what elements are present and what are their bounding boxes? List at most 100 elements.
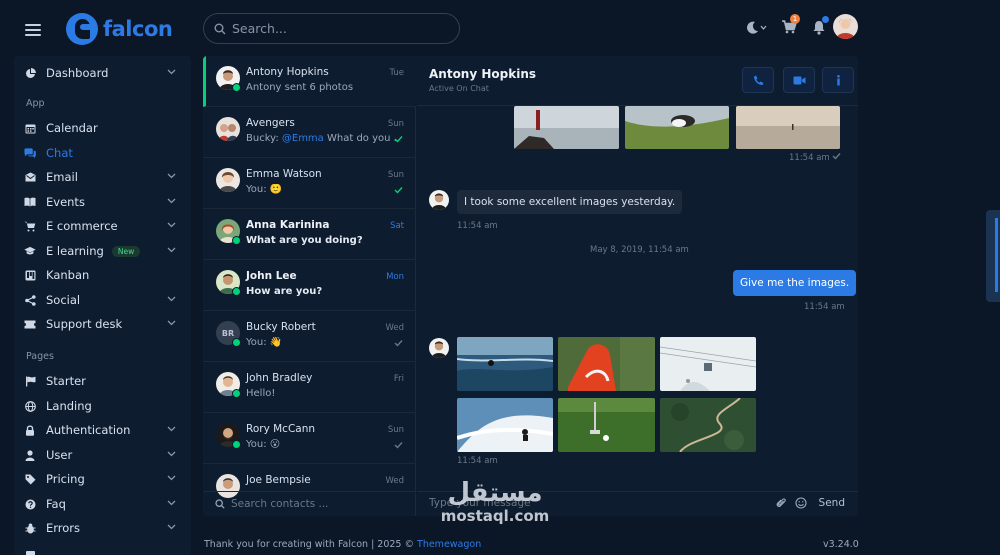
chat-bubbles-icon [24,147,36,159]
sidebar-item-email[interactable]: Email [14,166,191,188]
search-icon [215,499,225,509]
contact-item-john-lee[interactable]: John Lee How are you? Mon [203,260,416,311]
falcon-logo-icon [66,13,98,45]
contact-item-avengers[interactable]: Avengers Bucky: @Emma What do you ... Su… [203,107,416,158]
themewagon-link[interactable]: Themewagon [417,539,481,550]
user-avatar[interactable] [833,14,858,39]
contact-name: Anna Karinina [246,219,330,231]
logo[interactable]: falcon [66,13,173,45]
chat-image-sunset[interactable] [736,106,840,149]
footer-credit: Thank you for creating with Falcon | 202… [204,539,482,550]
contact-item-john-bradley[interactable]: John Bradley Hello! Fri [203,362,416,413]
sidebar-item-label: Starter [46,374,86,388]
chevron-down-icon [167,67,177,77]
call-button[interactable] [742,67,774,93]
sidebar-item-more[interactable] [14,542,191,555]
contact-date: Sun [387,119,404,129]
new-badge: New [111,245,141,257]
contact-item-bucky-robert[interactable]: BR Bucky Robert You: 👋 Wed [203,311,416,362]
chevron-down-icon [167,449,177,459]
sidebar-section-pages: Pages [26,351,54,362]
chat-image-snowboard[interactable] [457,398,553,452]
attachment-icon[interactable] [776,497,786,512]
search-box[interactable] [203,13,460,44]
notification-bell-icon[interactable] [808,14,830,40]
contact-date: Sun [387,170,404,180]
sidebar-item-events[interactable]: Events [14,191,191,213]
cart-count-badge: 1 [790,14,800,24]
search-icon [214,23,226,34]
chat-image-cliff[interactable] [514,106,619,149]
globe-icon [24,400,36,412]
sidebar-item-starter[interactable]: Starter [14,370,191,392]
cart-icon[interactable]: 1 [778,14,800,40]
chevron-down-icon [167,245,177,255]
sidebar-item-support-desk[interactable]: Support desk [14,313,191,335]
contact-name: John Bradley [246,372,313,384]
avatar [429,190,449,210]
sidebar-item-label: Calendar [46,121,98,135]
contact-item-antony-hopkins[interactable]: Antony Hopkins Antony sent 6 photos Tue [203,56,416,107]
incoming-message: I took some excellent images yesterday. [457,190,683,214]
contact-item-emma-watson[interactable]: Emma Watson You: 🙂 Sun [203,158,416,209]
sent-check-icon [394,441,403,452]
thread-header: Antony Hopkins Active On Chat [417,56,858,106]
chevron-down-icon [167,294,177,304]
sidebar-item-faq[interactable]: Faq [14,493,191,515]
message-time: 11:54 am [457,221,498,231]
contact-last-message: You: 🙂 [246,184,283,195]
search-input[interactable] [232,21,432,36]
sidebar-item-kanban[interactable]: Kanban [14,264,191,286]
avatar [429,338,449,358]
sidebar-item-label: Support desk [46,317,123,331]
sidebar-item-label: Social [46,293,81,307]
sidebar-item-label: Landing [46,399,92,413]
sidebar-item-user[interactable]: User [14,444,191,466]
watermark-english: mostaql.com [440,507,550,525]
top-navbar: falcon 1 [0,0,1000,56]
emoji-icon[interactable] [795,497,807,512]
theme-toggle-icon[interactable] [742,14,770,40]
chat-image-surf[interactable] [457,337,553,391]
sidebar-item-pricing[interactable]: Pricing [14,468,191,490]
chat-image-forest-road[interactable] [660,398,756,452]
sidebar-item-elearning[interactable]: E learning New [14,240,191,262]
settings-side-tab[interactable] [986,210,1000,302]
chevron-down-icon [167,171,177,181]
contact-item-anna-karinina[interactable]: Anna Karinina What are you doing? Sat [203,209,416,260]
contact-last-message: You: 😮 [246,439,281,450]
sidebar-item-ecommerce[interactable]: E commerce [14,215,191,237]
send-button[interactable]: Send [819,497,845,509]
thread-contact-status: Active On Chat [429,84,489,93]
video-call-button[interactable] [783,67,815,93]
contact-search-input[interactable] [231,498,401,510]
contact-date: Sat [390,221,404,231]
sent-check-icon [394,339,403,350]
avatar [216,168,240,192]
chat-image-golf[interactable] [558,398,655,452]
sidebar-item-label: Errors [46,521,81,535]
chat-image-cable-car[interactable] [660,337,756,391]
sidebar-item-errors[interactable]: Errors [14,517,191,539]
contact-search[interactable] [203,491,416,516]
chevron-down-icon [167,220,177,230]
calendar-icon [24,122,36,134]
book-open-icon [24,196,36,208]
contact-item-rory-mccann[interactable]: Rory McCann You: 😮 Sun [203,413,416,464]
sidebar-item-landing[interactable]: Landing [14,395,191,417]
brand-name: falcon [103,17,173,41]
info-button[interactable] [822,67,854,93]
chevron-down-icon [167,196,177,206]
sidebar-item-authentication[interactable]: Authentication [14,419,191,441]
chat-image-bird[interactable] [625,106,729,149]
sidebar-item-social[interactable]: Social [14,289,191,311]
hamburger-menu-icon[interactable] [25,24,41,36]
sidebar-item-chat[interactable]: Chat [14,142,191,164]
online-status-dot [232,83,241,92]
sidebar-item-dashboard[interactable]: Dashboard [14,62,191,84]
sidebar-item-label: Dashboard [46,66,109,80]
chat-image-shoe[interactable] [558,337,655,391]
price-tag-icon [24,473,36,485]
sidebar-item-label: Pricing [46,472,85,486]
sidebar-item-calendar[interactable]: Calendar [14,117,191,139]
